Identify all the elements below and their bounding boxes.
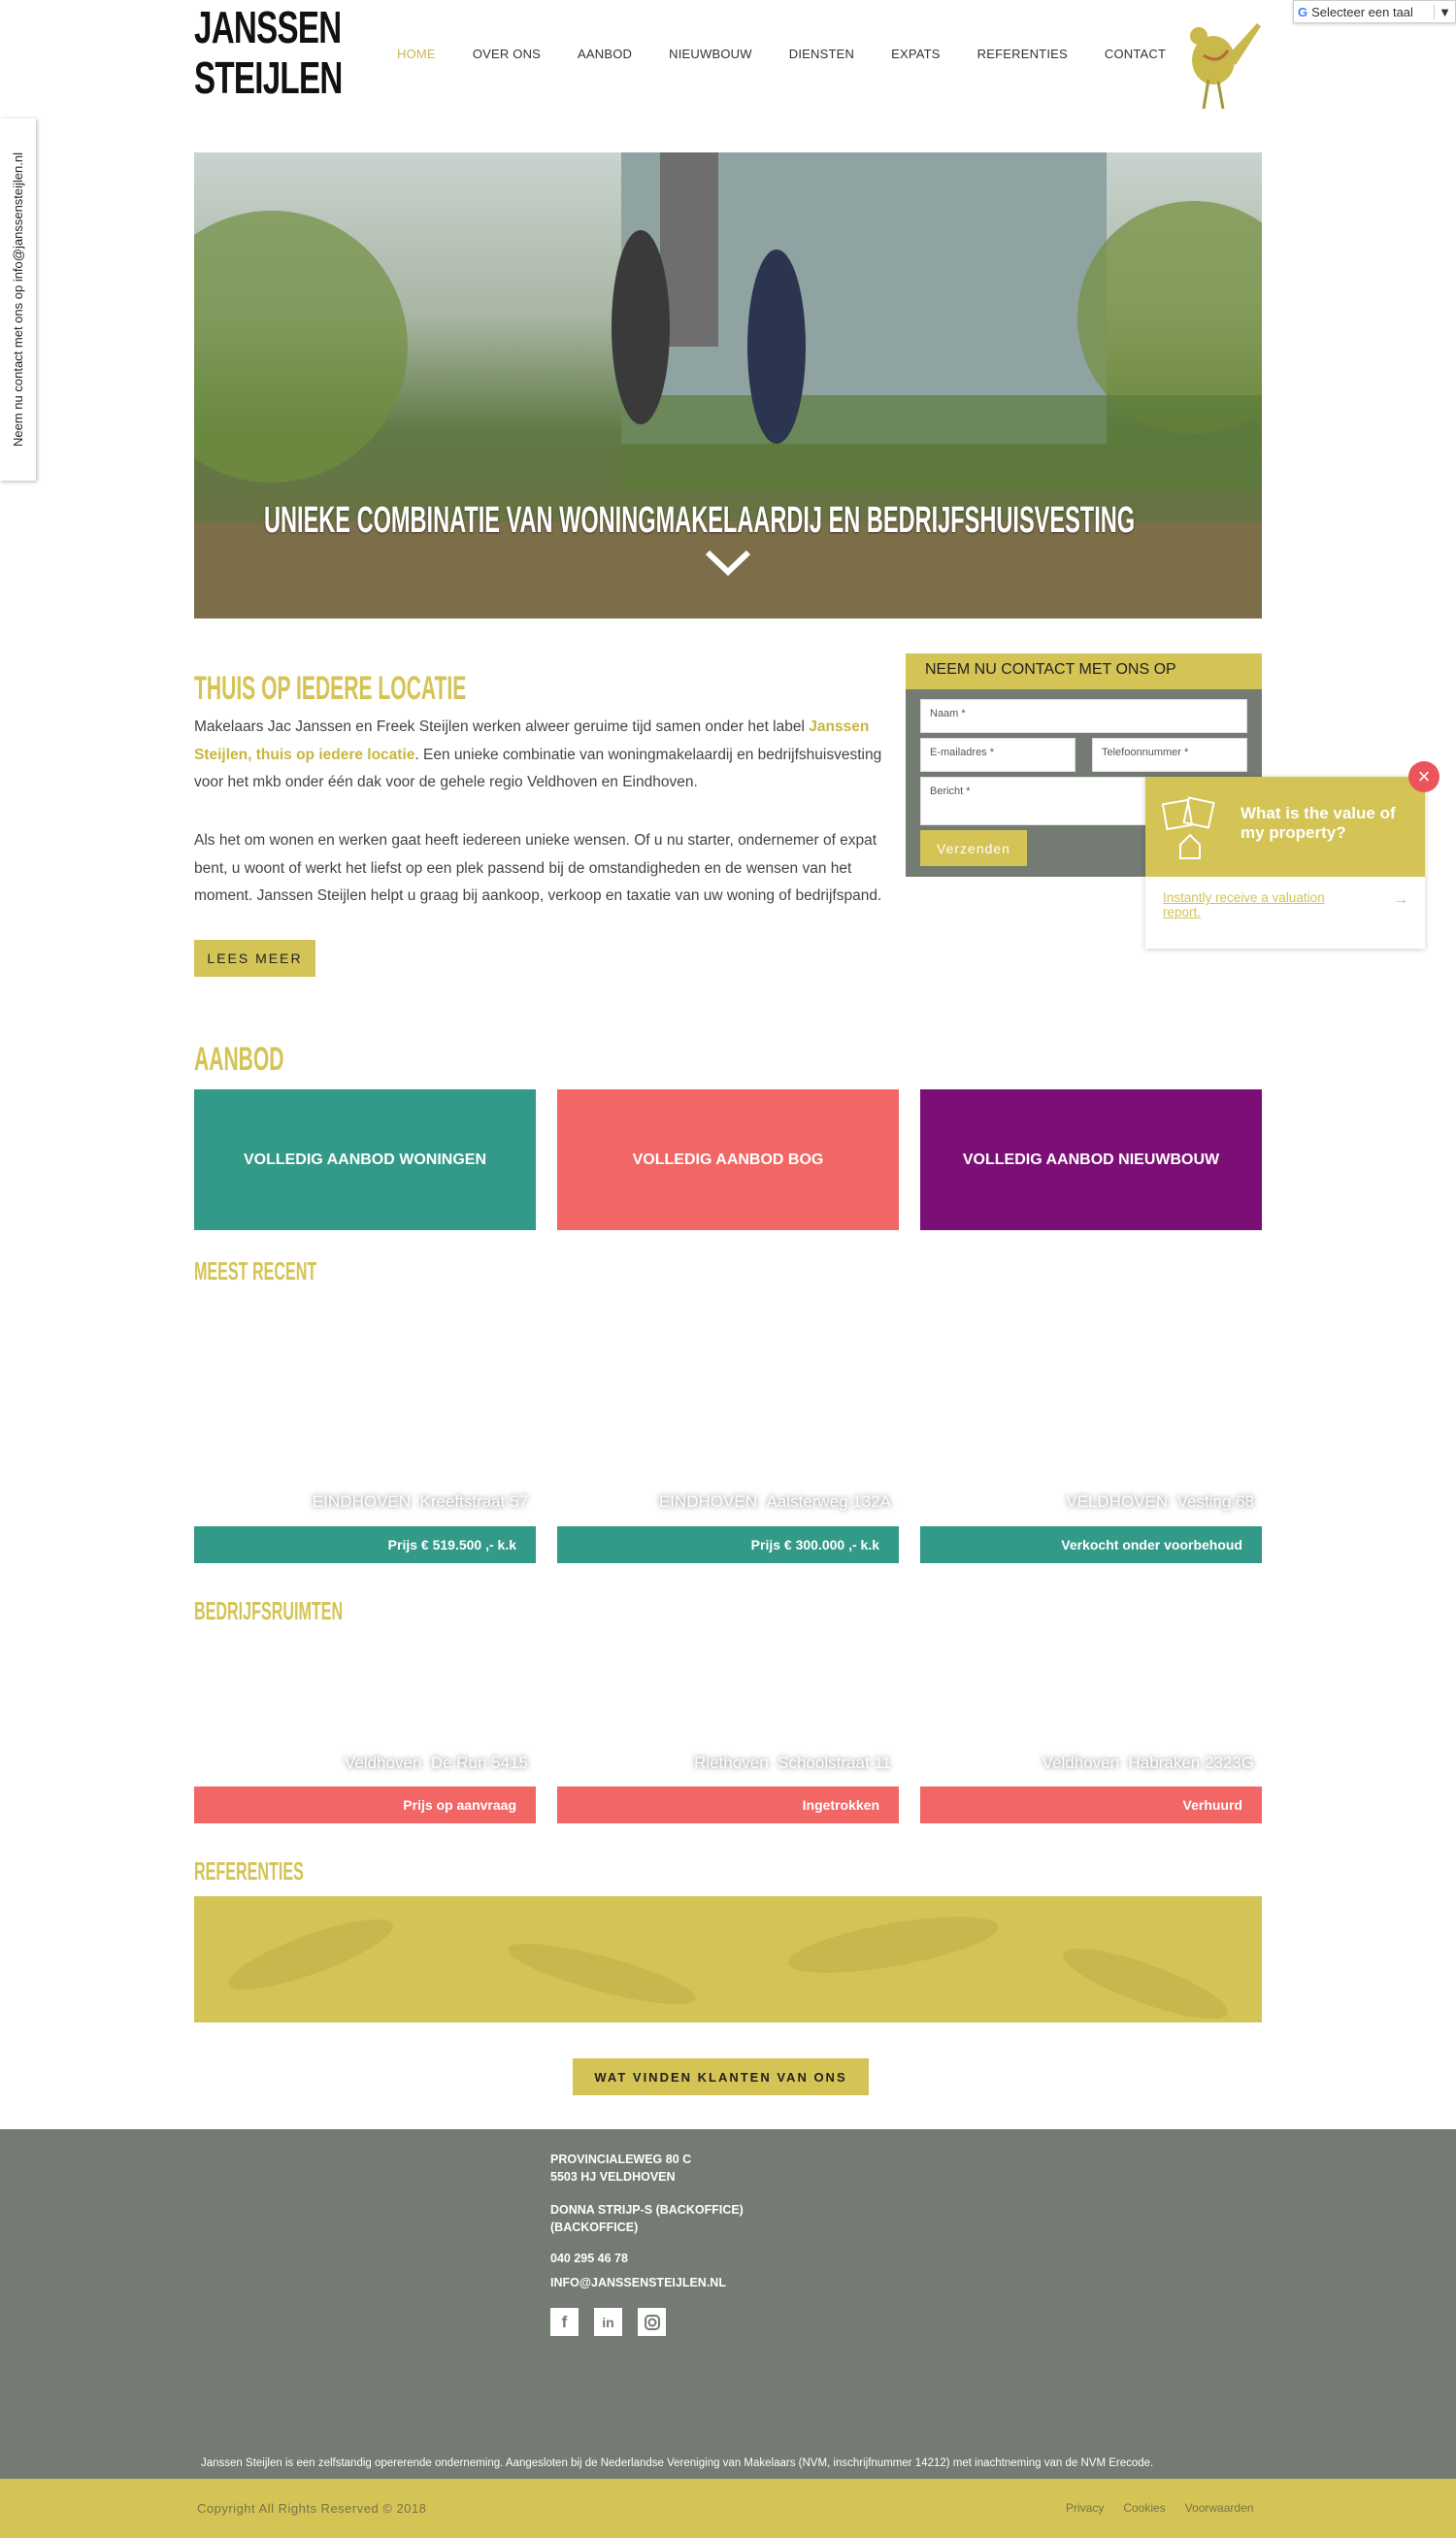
- referenties-banner: [194, 1896, 1262, 2022]
- intro-paragraph-1: Makelaars Jac Janssen en Freek Steijlen …: [194, 714, 893, 797]
- intro-paragraph-2: Als het om wonen en werken gaat heeft ie…: [194, 832, 882, 904]
- nav-expats[interactable]: EXPATS: [891, 47, 941, 61]
- valuation-link[interactable]: Instantly receive a valuation report.: [1163, 890, 1357, 919]
- property-status-bar[interactable]: Verhuurd: [920, 1787, 1262, 1823]
- city: EINDHOVEN: [658, 1492, 758, 1511]
- city: Riethoven: [694, 1753, 769, 1772]
- facebook-icon[interactable]: f: [550, 2308, 579, 2336]
- office-line: DONNA STRIJP-S (BACKOFFICE): [550, 2203, 744, 2217]
- city: EINDHOVEN: [312, 1492, 412, 1511]
- hero-title: UNIEKE COMBINATIE VAN WONINGMAKELAARDIJ …: [264, 500, 1136, 541]
- main-nav: HOME OVER ONS AANBOD NIEUWBOUW DIENSTEN …: [397, 47, 1203, 61]
- property-caption[interactable]: Veldhoven De Run 5415: [194, 1753, 536, 1773]
- hero-image: UNIEKE COMBINATIE VAN WONINGMAKELAARDIJ …: [194, 152, 1262, 618]
- property-status-bar[interactable]: Verkocht onder voorbehoud: [920, 1526, 1262, 1563]
- bottom-bar: Copyright All Rights Reserved © 2018 Pri…: [0, 2479, 1456, 2538]
- nav-home[interactable]: HOME: [397, 47, 436, 61]
- email[interactable]: INFO@JANSSENSTEIJLEN.NL: [550, 2274, 726, 2291]
- google-icon: G: [1298, 4, 1308, 19]
- side-tab-label: Neem nu contact met ons op info@janssens…: [11, 152, 25, 447]
- close-popup-button[interactable]: ×: [1408, 761, 1439, 792]
- klanten-button[interactable]: WAT VINDEN KLANTEN VAN ONS: [573, 2058, 869, 2095]
- phone[interactable]: 040 295 46 78: [550, 2250, 628, 2267]
- referenties-heading: REFERENTIES: [194, 1856, 304, 1886]
- text: Makelaars Jac Janssen en Freek Steijlen …: [194, 718, 810, 735]
- disclaimer: Janssen Steijlen is een zelfstandig oper…: [201, 2457, 1154, 2469]
- lees-meer-button[interactable]: LEES MEER: [194, 940, 315, 977]
- submit-button[interactable]: Verzenden: [920, 830, 1027, 866]
- email-input[interactable]: E-mailadres *: [920, 738, 1075, 772]
- instagram-icon[interactable]: [638, 2308, 666, 2336]
- street: Habraken 2323G: [1128, 1753, 1254, 1772]
- contact-form-title: NEEM NU CONTACT MET ONS OP: [906, 653, 1262, 689]
- name-input[interactable]: Naam *: [920, 699, 1247, 733]
- city: VELDHOVEN: [1066, 1492, 1169, 1511]
- office-line: (BACKOFFICE): [550, 2221, 639, 2234]
- property-status-bar[interactable]: Prijs € 519.500 ,- k.k: [194, 1526, 536, 1563]
- bird-logo-icon: [1190, 23, 1261, 110]
- cookies-link[interactable]: Cookies: [1123, 2501, 1165, 2515]
- contact-side-tab[interactable]: Neem nu contact met ons op info@janssens…: [0, 118, 36, 481]
- property-caption[interactable]: VELDHOVEN Vesting 68: [920, 1492, 1262, 1512]
- valuation-popup: What is the value of my property? Instan…: [1145, 777, 1425, 949]
- privacy-link[interactable]: Privacy: [1066, 2501, 1104, 2515]
- language-select[interactable]: G Selecteer een taal ▼: [1293, 0, 1456, 23]
- language-label: Selecteer een taal: [1311, 4, 1413, 19]
- address-line: 5503 HJ VELDHOVEN: [550, 2170, 676, 2184]
- voorwaarden-link[interactable]: Voorwaarden: [1185, 2501, 1254, 2515]
- property-caption[interactable]: EINDHOVEN Kreeftstraat 57: [194, 1492, 536, 1512]
- property-status-bar[interactable]: Prijs op aanvraag: [194, 1787, 536, 1823]
- office: DONNA STRIJP-S (BACKOFFICE) (BACKOFFICE): [550, 2201, 744, 2236]
- copyright: Copyright All Rights Reserved © 2018: [197, 2501, 427, 2516]
- street: Schoolstraat 11: [778, 1753, 891, 1772]
- property-caption[interactable]: EINDHOVEN Aalsterweg 132A: [557, 1492, 899, 1512]
- city: Veldhoven: [344, 1753, 422, 1772]
- tile-bog[interactable]: VOLLEDIG AANBOD BOG: [557, 1089, 899, 1230]
- legal-links: Privacy Cookies Voorwaarden: [1066, 2501, 1253, 2515]
- phone-input[interactable]: Telefoonnummer *: [1092, 738, 1247, 772]
- logo[interactable]: JANSSEN STEIJLEN: [194, 2, 343, 103]
- logo-line: STEIJLEN: [194, 52, 343, 103]
- tile-nieuwbouw[interactable]: VOLLEDIG AANBOD NIEUWBOUW: [920, 1089, 1262, 1230]
- popup-title: What is the value of my property?: [1241, 804, 1396, 842]
- nav-contact[interactable]: CONTACT: [1105, 47, 1166, 61]
- footer: PROVINCIALEWEG 80 C 5503 HJ VELDHOVEN DON…: [0, 2129, 1456, 2479]
- nav-diensten[interactable]: DIENSTEN: [789, 47, 854, 61]
- street: Vesting 68: [1176, 1492, 1254, 1511]
- leaf-pattern: [228, 1917, 1228, 2020]
- nav-nieuwbouw[interactable]: NIEUWBOUW: [669, 47, 752, 61]
- chevron-down-icon[interactable]: [704, 549, 752, 578]
- logo-line: JANSSEN: [194, 2, 342, 52]
- city: Veldhoven: [1042, 1753, 1120, 1772]
- address: PROVINCIALEWEG 80 C 5503 HJ VELDHOVEN: [550, 2151, 691, 2186]
- address-line: PROVINCIALEWEG 80 C: [550, 2153, 692, 2166]
- bedrijf-heading: BEDRIJFSRUIMTEN: [194, 1596, 344, 1625]
- nav-over-ons[interactable]: OVER ONS: [473, 47, 541, 61]
- chevron-down-icon: ▼: [1434, 4, 1455, 19]
- recent-heading: MEEST RECENT: [194, 1256, 317, 1286]
- street: Kreeftstraat 57: [419, 1492, 528, 1511]
- property-status-bar[interactable]: Prijs € 300.000 ,- k.k: [557, 1526, 899, 1563]
- nav-referenties[interactable]: REFERENTIES: [977, 47, 1068, 61]
- house-photos-icon: [1161, 796, 1215, 859]
- property-caption[interactable]: Riethoven Schoolstraat 11: [557, 1753, 899, 1773]
- linkedin-icon[interactable]: in: [594, 2308, 622, 2336]
- street: Aalsterweg 132A: [766, 1492, 891, 1511]
- aanbod-heading: AANBOD: [194, 1041, 284, 1078]
- property-status-bar[interactable]: Ingetrokken: [557, 1787, 899, 1823]
- tile-woningen[interactable]: VOLLEDIG AANBOD WONINGEN: [194, 1089, 536, 1230]
- nav-aanbod[interactable]: AANBOD: [578, 47, 632, 61]
- property-caption[interactable]: Veldhoven Habraken 2323G: [920, 1753, 1262, 1773]
- intro-heading: THUIS OP IEDERE LOCATIE: [194, 670, 467, 707]
- arrow-right-icon[interactable]: →: [1393, 891, 1408, 909]
- street: De Run 5415: [430, 1753, 528, 1772]
